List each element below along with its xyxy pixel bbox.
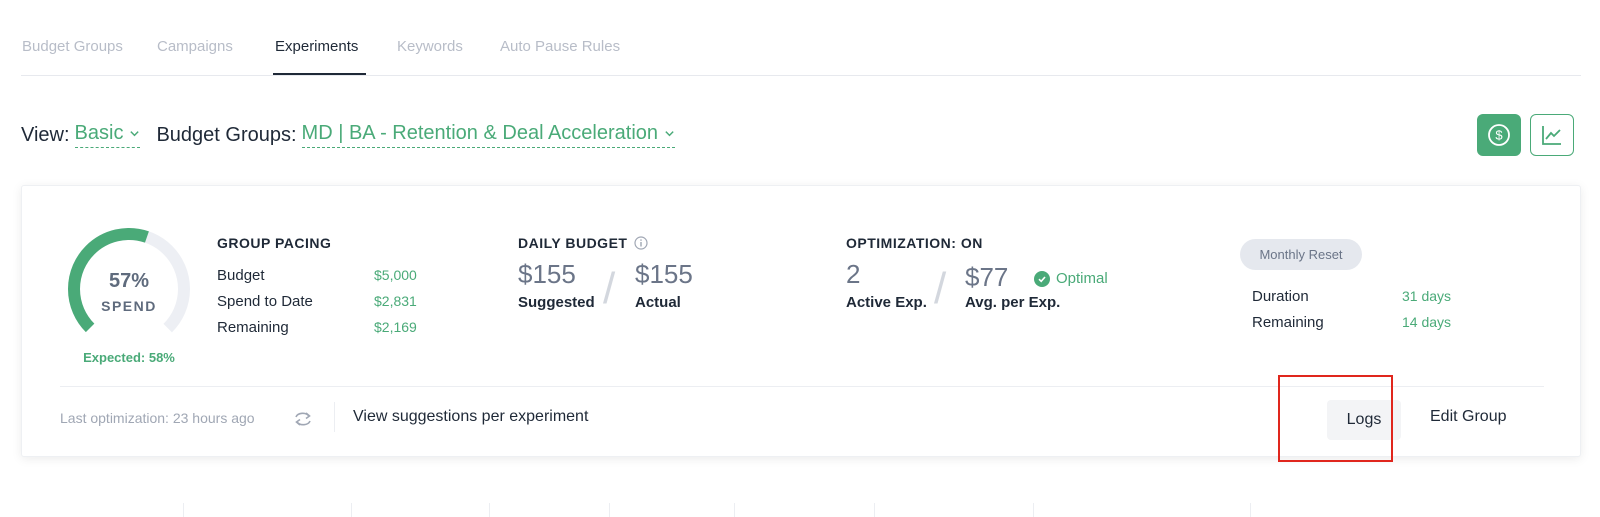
tab-experiments[interactable]: Experiments <box>275 38 358 55</box>
optimization-status: Optimal <box>1034 270 1108 287</box>
budget-groups-dropdown[interactable]: MD | BA - Retention & Deal Acceleration <box>301 122 676 148</box>
active-experiments-label: Active Exp. <box>846 294 927 311</box>
spend-view-button[interactable]: $ <box>1477 114 1521 156</box>
optimization-title: OPTIMIZATION: ON <box>846 235 983 251</box>
optimization-status-label: Optimal <box>1056 270 1108 287</box>
pacing-spend-label: Spend to Date <box>217 293 313 310</box>
info-icon[interactable] <box>634 236 649 250</box>
table-column-line <box>609 503 610 517</box>
active-tab-indicator <box>273 73 366 75</box>
logs-button[interactable]: Logs <box>1327 400 1401 440</box>
pacing-budget-value: $5,000 <box>374 267 417 283</box>
dollar-circle-icon: $ <box>1488 124 1510 146</box>
actual-budget-label: Actual <box>635 294 681 311</box>
table-column-line <box>1250 503 1251 517</box>
monthly-reset-badge: Monthly Reset <box>1240 239 1362 270</box>
view-label: View: <box>21 123 70 146</box>
pacing-remaining-value: $2,169 <box>374 319 417 335</box>
pacing-remaining-label: Remaining <box>217 319 289 336</box>
budget-group-card: 57% SPEND Expected: 58% GROUP PACING Bud… <box>21 185 1581 457</box>
card-divider <box>60 386 1544 387</box>
duration-label: Duration <box>1252 288 1309 305</box>
chevron-down-icon <box>665 131 674 137</box>
avg-per-experiment-label: Avg. per Exp. <box>965 294 1061 311</box>
table-column-line <box>489 503 490 517</box>
divider-slash: / <box>603 264 616 313</box>
daily-budget-label: DAILY BUDGET <box>518 235 628 251</box>
daily-budget-title: DAILY BUDGET <box>518 235 649 251</box>
spend-label: SPEND <box>101 298 157 314</box>
pacing-budget-label: Budget <box>217 267 265 284</box>
filter-bar: View: Basic Budget Groups: MD | BA - Ret… <box>21 120 676 150</box>
spend-percent: 57% <box>108 270 150 292</box>
divider-slash: / <box>934 264 947 313</box>
actual-budget-value: $155 <box>635 259 693 289</box>
table-column-line <box>183 503 184 517</box>
edit-group-button[interactable]: Edit Group <box>1430 408 1506 426</box>
duration-value: 31 days <box>1402 288 1452 304</box>
active-experiments-value: 2 <box>846 259 861 289</box>
reset-remaining-label: Remaining <box>1252 314 1324 331</box>
reset-remaining-value: 14 days <box>1402 314 1452 330</box>
tab-budget-groups[interactable]: Budget Groups <box>22 38 123 55</box>
chart-view-button[interactable] <box>1530 114 1574 156</box>
table-column-line <box>351 503 352 517</box>
avg-per-experiment-value: $77 <box>965 262 1009 292</box>
suggested-budget-value: $155 <box>518 259 576 289</box>
table-column-line <box>734 503 735 517</box>
table-column-line <box>1033 503 1034 517</box>
budget-groups-value: MD | BA - Retention & Deal Acceleration <box>301 122 659 144</box>
budget-groups-label: Budget Groups: <box>156 123 297 146</box>
refresh-icon[interactable] <box>292 408 314 430</box>
check-circle-icon <box>1034 270 1050 287</box>
view-value: Basic <box>74 122 124 144</box>
view-dropdown[interactable]: Basic <box>74 122 141 148</box>
pacing-spend-value: $2,831 <box>374 293 417 309</box>
chevron-down-icon <box>130 131 140 137</box>
view-suggestions-link[interactable]: View suggestions per experiment <box>353 408 588 426</box>
group-pacing-title: GROUP PACING <box>217 235 332 251</box>
line-chart-icon <box>1542 126 1561 145</box>
suggested-budget-label: Suggested <box>518 294 595 311</box>
tab-keywords[interactable]: Keywords <box>397 38 463 55</box>
expected-spend: Expected: 58% <box>83 350 175 365</box>
svg-text:$: $ <box>1495 128 1503 143</box>
table-column-line <box>874 503 875 517</box>
tab-auto-pause-rules[interactable]: Auto Pause Rules <box>500 38 620 55</box>
footer-separator <box>334 402 335 432</box>
last-optimization: Last optimization: 23 hours ago <box>60 410 255 426</box>
tab-bar: Budget Groups Campaigns Experiments Keyw… <box>21 0 1581 76</box>
tab-campaigns[interactable]: Campaigns <box>157 38 233 55</box>
